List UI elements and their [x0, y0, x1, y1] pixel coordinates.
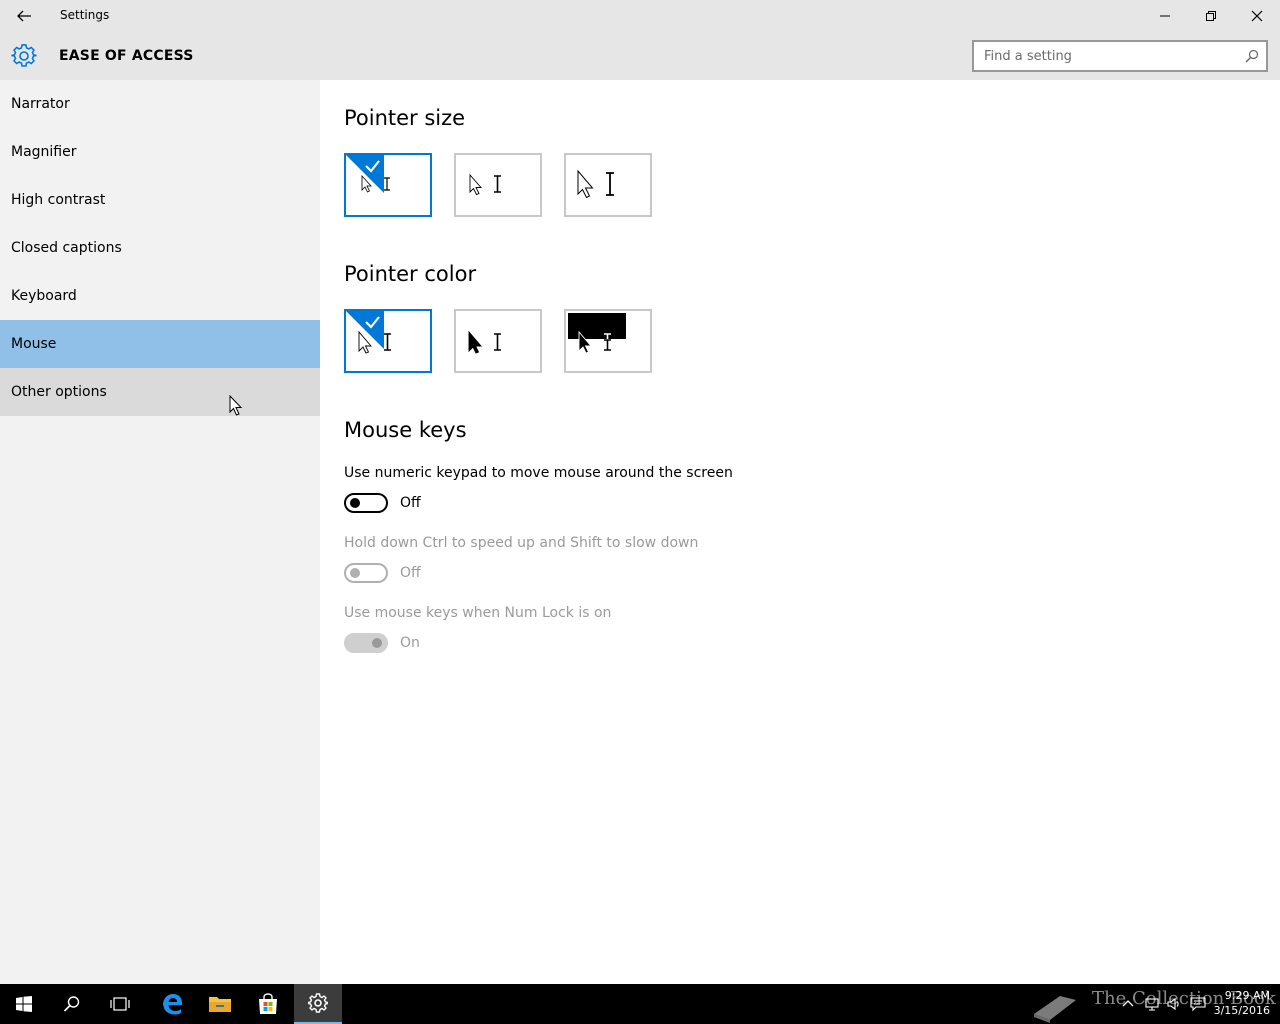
- back-arrow-icon: [17, 10, 31, 22]
- numeric-keypad-state: Off: [400, 495, 421, 511]
- mouse-keys-heading: Mouse keys: [344, 418, 467, 442]
- gear-icon: [11, 44, 37, 67]
- search-icon: [63, 996, 80, 1012]
- ctrl-shift-speed-state: Off: [400, 565, 421, 581]
- store-icon: [259, 993, 277, 1014]
- ctrl-shift-speed-label: Hold down Ctrl to speed up and Shift to …: [344, 535, 699, 551]
- settings-header: EASE OF ACCESS: [0, 32, 1280, 80]
- volume-icon[interactable]: [1166, 996, 1182, 1012]
- task-view-button[interactable]: [96, 984, 144, 1024]
- sidebar-item-closed-captions[interactable]: Closed captions: [0, 224, 320, 272]
- store-button[interactable]: [244, 984, 292, 1024]
- toggle-knob: [372, 638, 382, 648]
- sidebar-item-label: High contrast: [11, 192, 106, 208]
- sidebar-item-label: Mouse: [11, 336, 57, 352]
- main-content: Pointer size Pointer color Mouse keys Us…: [320, 80, 1280, 984]
- start-icon: [16, 996, 32, 1012]
- sidebar-item-magnifier[interactable]: Magnifier: [0, 128, 320, 176]
- sidebar-item-label: Magnifier: [11, 144, 77, 160]
- file-explorer-icon: [209, 997, 231, 1012]
- task-view-icon: [110, 997, 130, 1011]
- num-lock-toggle[interactable]: [344, 633, 388, 653]
- pointer-color-heading: Pointer color: [344, 262, 477, 286]
- sidebar-item-label: Closed captions: [11, 240, 122, 256]
- num-lock-state: On: [400, 635, 420, 651]
- pointer-color-inverted-option[interactable]: [564, 309, 652, 373]
- minimize-icon: [1160, 15, 1170, 17]
- start-button[interactable]: [0, 984, 48, 1024]
- pointer-color-white-option[interactable]: [344, 309, 432, 373]
- pointer-color-black-option[interactable]: [454, 309, 542, 373]
- sidebar-item-label: Keyboard: [11, 288, 77, 304]
- num-lock-label: Use mouse keys when Num Lock is on: [344, 605, 612, 621]
- toggle-knob: [350, 498, 360, 508]
- pointer-size-medium-option[interactable]: [454, 153, 542, 217]
- pointer-preview-icon: [469, 173, 501, 196]
- settings-taskbar-button[interactable]: [294, 984, 342, 1024]
- clock[interactable]: 9:29 AM 3/15/2016: [1214, 988, 1270, 1018]
- search-icon[interactable]: [1245, 49, 1259, 63]
- edge-button[interactable]: [148, 984, 196, 1024]
- clock-time: 9:29 AM: [1224, 989, 1270, 1002]
- sidebar-item-mouse[interactable]: Mouse: [0, 320, 320, 368]
- section-title: EASE OF ACCESS: [59, 48, 194, 64]
- pointer-size-large-option[interactable]: [564, 153, 652, 217]
- sidebar-item-label: Narrator: [11, 96, 70, 112]
- numeric-keypad-toggle[interactable]: [344, 493, 388, 513]
- edge-icon: [163, 994, 182, 1015]
- network-icon[interactable]: [1144, 996, 1160, 1012]
- pointer-preview-icon: [577, 169, 614, 199]
- restore-icon: [1206, 11, 1216, 21]
- pointer-size-small-option[interactable]: [344, 153, 432, 217]
- pointer-preview-icon: [468, 330, 501, 354]
- close-button[interactable]: [1234, 0, 1280, 32]
- ctrl-shift-speed-toggle[interactable]: [344, 563, 388, 583]
- back-button[interactable]: [0, 0, 48, 32]
- sidebar-item-high-contrast[interactable]: High contrast: [0, 176, 320, 224]
- minimize-button[interactable]: [1142, 0, 1188, 32]
- title-bar: Settings: [0, 0, 1280, 32]
- sidebar: Narrator Magnifier High contrast Closed …: [0, 80, 320, 984]
- sidebar-item-other-options[interactable]: Other options: [0, 368, 320, 416]
- book-watermark-icon: [1034, 996, 1076, 1023]
- taskbar: The Collection Book 9:29 AM 3/15/2016: [0, 984, 1280, 1024]
- sidebar-item-narrator[interactable]: Narrator: [0, 80, 320, 128]
- clock-date: 3/15/2016: [1213, 1004, 1270, 1017]
- pointer-size-heading: Pointer size: [344, 106, 466, 130]
- checkmark-icon: [346, 155, 384, 193]
- search-input[interactable]: [984, 46, 1234, 66]
- search-taskbar-button[interactable]: [48, 984, 96, 1024]
- sidebar-item-keyboard[interactable]: Keyboard: [0, 272, 320, 320]
- close-icon: [1251, 10, 1263, 22]
- pointer-preview-icon: [568, 313, 626, 354]
- restore-button[interactable]: [1188, 0, 1234, 32]
- window-title: Settings: [60, 8, 110, 22]
- action-center-icon[interactable]: [1190, 996, 1206, 1012]
- checkmark-icon: [346, 311, 384, 349]
- search-box[interactable]: [972, 40, 1268, 72]
- show-hidden-icons-icon[interactable]: [1120, 996, 1136, 1012]
- file-explorer-button[interactable]: [196, 984, 244, 1024]
- numeric-keypad-label: Use numeric keypad to move mouse around …: [344, 465, 733, 481]
- sidebar-item-label: Other options: [11, 384, 107, 400]
- settings-icon: [308, 993, 328, 1013]
- toggle-knob: [350, 568, 360, 578]
